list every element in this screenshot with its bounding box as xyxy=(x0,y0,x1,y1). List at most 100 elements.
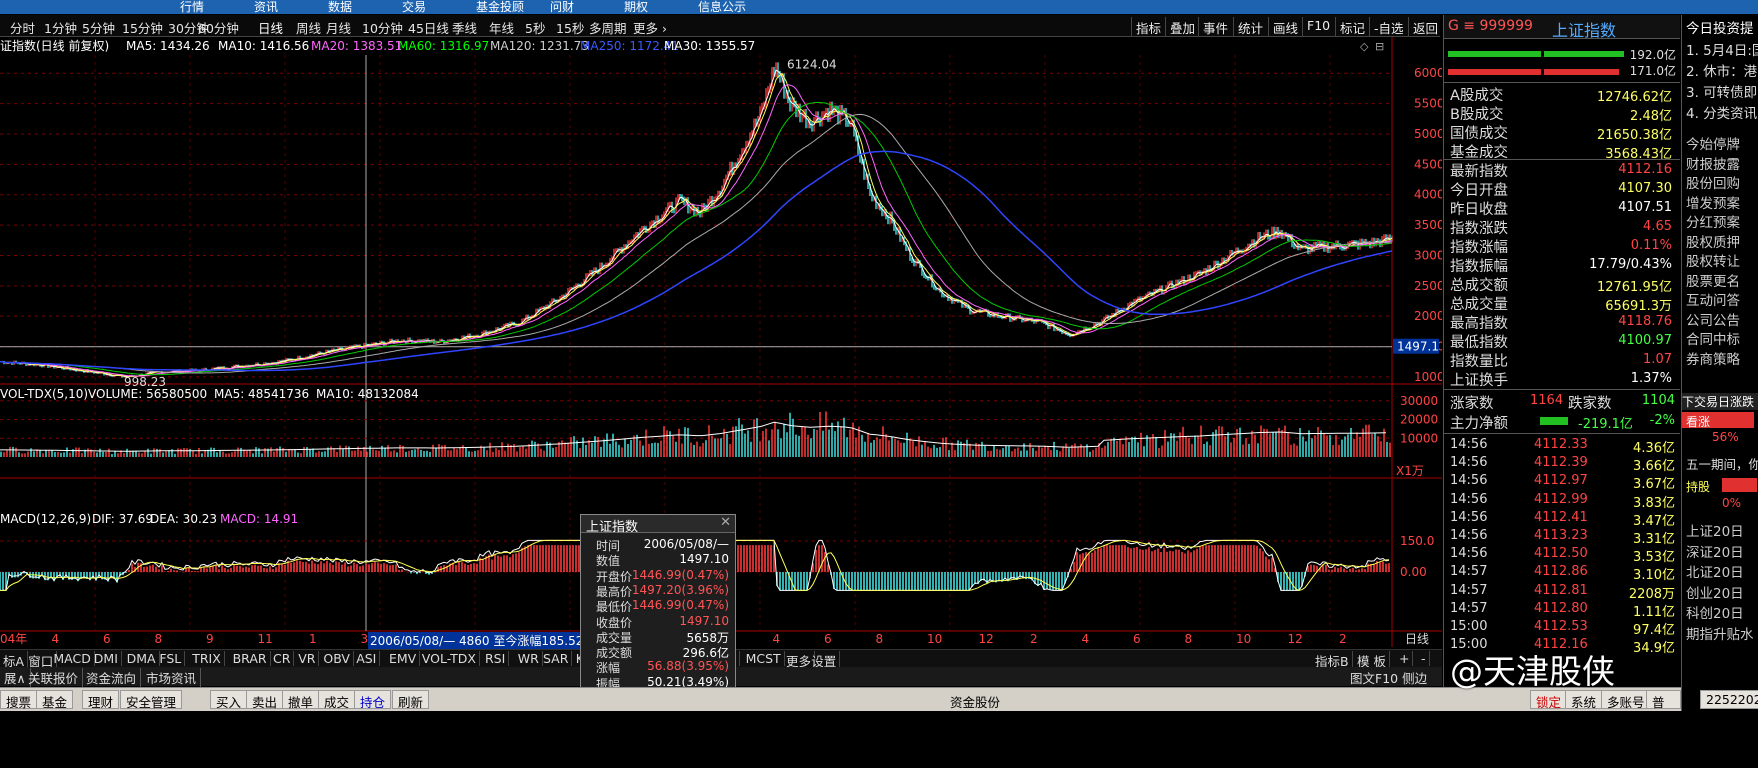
toolbar-button[interactable]: 指标 xyxy=(1131,17,1165,36)
indicator-tab[interactable]: WR xyxy=(515,651,543,666)
period-button[interactable]: 15秒 xyxy=(556,18,584,37)
period-button[interactable]: 15分钟 xyxy=(122,18,163,37)
bottom-button[interactable]: 成交 xyxy=(318,690,356,710)
index-link[interactable]: 创业20日 xyxy=(1686,582,1744,602)
period-button[interactable]: 60分钟 xyxy=(198,18,239,37)
bottom-button[interactable]: 基金 xyxy=(36,690,74,710)
macd-tick: 0.00 xyxy=(1400,565,1427,579)
quote-header[interactable]: G ≡ 999999 上证指数 xyxy=(1444,15,1680,40)
price-marker: 1497.1 xyxy=(1393,338,1439,354)
top-menu-item[interactable]: 数据 xyxy=(328,0,352,14)
info-link[interactable]: 公司公告 xyxy=(1686,309,1740,329)
bottom-button[interactable]: 安全管理 xyxy=(120,690,183,710)
diamond-icon[interactable]: ◇ xyxy=(1360,40,1369,53)
bottom-button[interactable]: 刷新 xyxy=(392,690,430,710)
bottom-button[interactable]: 搜票 xyxy=(0,690,38,710)
indicator-tab[interactable]: BRAR xyxy=(230,651,271,666)
range-label: 2006/05/08/— 4860 至今涨幅185.52% xyxy=(368,632,597,649)
bottom-button[interactable]: 持仓 xyxy=(354,690,392,710)
indicator-tab[interactable]: CR xyxy=(270,651,295,666)
period-button[interactable]: 月线 xyxy=(326,18,351,37)
indicator-tab[interactable]: DMA xyxy=(124,651,160,666)
top-menu-item[interactable]: 信息公示 xyxy=(698,0,746,14)
info-link[interactable]: 股份回购 xyxy=(1686,172,1740,192)
indicator-tab[interactable]: SAR xyxy=(540,651,573,666)
bottom-right-button[interactable]: 22522022 xyxy=(1700,690,1758,709)
period-button[interactable]: 分时 xyxy=(10,18,35,37)
indicator-tab[interactable]: MCST xyxy=(743,651,785,666)
indicator-tab-right[interactable]: - xyxy=(1418,651,1430,666)
top-menu-item[interactable]: 资讯 xyxy=(254,0,278,14)
indicator-tab[interactable]: RSI xyxy=(482,651,510,666)
info-link[interactable]: 互动问答 xyxy=(1686,289,1740,309)
index-link[interactable]: 深证20日 xyxy=(1686,541,1744,561)
period-button[interactable]: 10分钟 xyxy=(362,18,403,37)
indicator-tab[interactable]: VOL-TDX xyxy=(419,651,480,666)
info-link[interactable]: 今始停牌 xyxy=(1686,133,1740,153)
toolbar-button[interactable]: 返回 xyxy=(1408,17,1442,36)
svg-text:04年: 04年 xyxy=(0,632,27,646)
info-tab[interactable]: 关联报价 xyxy=(24,668,84,687)
top-menu-item[interactable]: 行情 xyxy=(180,0,204,14)
info-link[interactable]: 股权质押 xyxy=(1686,231,1740,251)
info-link[interactable]: 股权转让 xyxy=(1686,250,1740,270)
info-link[interactable]: 增发预案 xyxy=(1686,192,1740,212)
info-link[interactable]: 券商策略 xyxy=(1686,348,1740,368)
top-menu-bar: 行情 资讯 数据 交易 基金投顾 问财 期权 信息公示 xyxy=(0,0,1758,14)
news-item[interactable]: 1. 5月4日:国 xyxy=(1686,39,1758,59)
info-link[interactable]: 合同中标 xyxy=(1686,328,1740,348)
bottom-button[interactable]: 撤单 xyxy=(282,690,320,710)
info-link[interactable]: 分红预案 xyxy=(1686,211,1740,231)
toolbar-button[interactable]: 画线 xyxy=(1268,17,1302,36)
period-button[interactable]: 季线 xyxy=(452,18,477,37)
index-link[interactable]: 科创20日 xyxy=(1686,602,1744,622)
period-button[interactable]: 更多 › xyxy=(633,18,667,37)
news-item[interactable]: 3. 可转债即 xyxy=(1686,81,1757,101)
index-link[interactable]: 上证20日 xyxy=(1686,520,1744,540)
bottom-button[interactable]: 理财 xyxy=(82,690,120,710)
bottom-button[interactable]: 买入 xyxy=(210,690,248,710)
bottom-button[interactable]: 卖出 xyxy=(246,690,284,710)
top-menu-item[interactable]: 基金投顾 xyxy=(476,0,524,14)
vol-tick: 20000 xyxy=(1400,413,1438,427)
info-link[interactable]: 股票更名 xyxy=(1686,270,1740,290)
period-button[interactable]: 5秒 xyxy=(525,18,545,37)
period-button[interactable]: 年线 xyxy=(489,18,514,37)
expand-icon[interactable]: ⊟ xyxy=(1375,40,1384,53)
toolbar-button[interactable]: 统计 xyxy=(1233,17,1267,36)
bottom-right-button[interactable]: 普通用户 xyxy=(1646,690,1681,767)
indicator-tab[interactable]: DMI xyxy=(91,651,122,666)
period-button[interactable]: 日线 xyxy=(258,18,283,37)
indicator-tab[interactable]: OBV xyxy=(320,651,354,666)
indicator-tab[interactable]: VR xyxy=(295,651,320,666)
top-menu-item[interactable]: 期权 xyxy=(624,0,648,14)
toolbar-button[interactable]: 标记 xyxy=(1335,17,1369,36)
period-button[interactable]: 周线 xyxy=(296,18,321,37)
info-tab[interactable]: 市场资讯 xyxy=(142,668,202,687)
period-button[interactable]: 5分钟 xyxy=(82,18,115,37)
toolbar-button[interactable]: -自选 xyxy=(1369,17,1408,36)
toolbar-button[interactable]: F10 xyxy=(1302,17,1334,36)
index-link[interactable]: 北证20日 xyxy=(1686,561,1744,581)
info-tab[interactable]: 资金流向 xyxy=(82,668,142,687)
indicator-tab[interactable]: ASI xyxy=(353,651,381,666)
period-button[interactable]: 1分钟 xyxy=(44,18,77,37)
news-item[interactable]: 4. 分类资讯 xyxy=(1686,102,1757,122)
indicator-tab-right[interactable]: + xyxy=(1396,651,1414,666)
indicator-tab[interactable]: FSL xyxy=(156,651,186,666)
index-link[interactable]: 期指升贴水 xyxy=(1686,623,1754,643)
bottom-center-label: 资金股份 xyxy=(950,695,1001,710)
info-link[interactable]: 财报披露 xyxy=(1686,153,1740,173)
indicator-tab[interactable]: MACD xyxy=(50,651,95,666)
toolbar-button[interactable]: 事件 xyxy=(1198,17,1232,36)
top-menu-item[interactable]: 问财 xyxy=(550,0,574,14)
price-tick: 6000 xyxy=(1414,66,1442,80)
news-item[interactable]: 2. 休市：港 xyxy=(1686,60,1757,80)
period-button[interactable]: 多周期 xyxy=(589,18,627,37)
top-menu-item[interactable]: 交易 xyxy=(402,0,426,14)
toolbar-button[interactable]: 叠加 xyxy=(1165,17,1199,36)
close-icon[interactable]: ✕ xyxy=(720,515,731,530)
indicator-tab[interactable]: EMV xyxy=(386,651,421,666)
period-button[interactable]: 45日线 xyxy=(408,18,449,37)
indicator-tab[interactable]: TRIX xyxy=(189,651,225,666)
